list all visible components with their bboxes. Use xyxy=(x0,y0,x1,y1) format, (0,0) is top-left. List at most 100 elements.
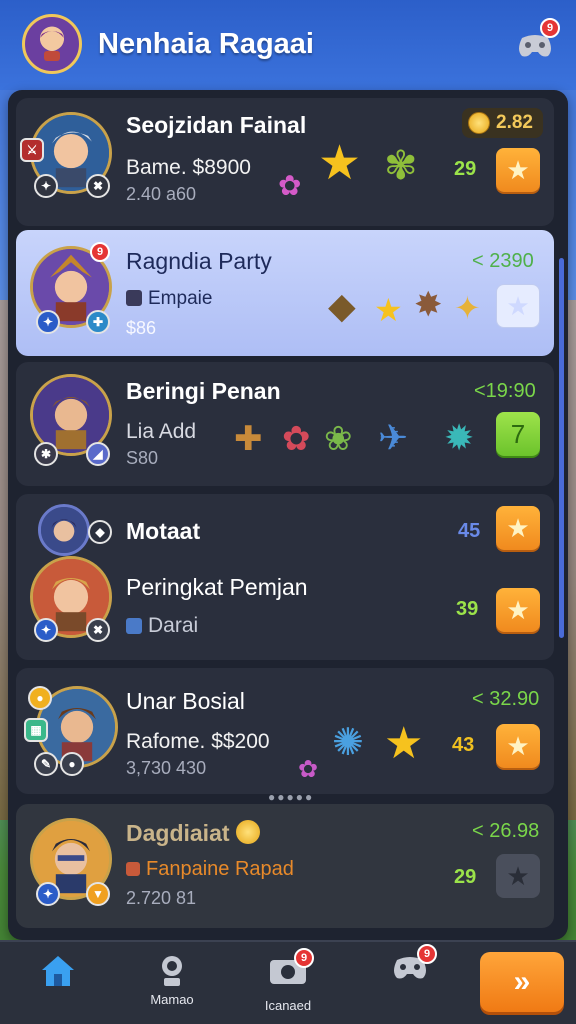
app-title: Nenhaia Ragaai xyxy=(98,28,314,60)
favorite-button[interactable]: ★ xyxy=(496,506,540,550)
gem-item-icon: ✹ xyxy=(444,417,475,458)
star-item-icon: ★ xyxy=(374,292,403,328)
star-icon: ★ xyxy=(506,860,530,891)
camera-nav-icon: 9 xyxy=(268,948,314,994)
next-button[interactable]: » xyxy=(480,952,564,1012)
class-badge-icon: ✎ xyxy=(34,752,58,776)
card-score-side: 43 xyxy=(452,734,475,756)
card-subtitle-text: Darai xyxy=(148,614,199,637)
player-avatar[interactable] xyxy=(22,14,82,74)
card-detail: 2.40 a60 xyxy=(126,184,197,204)
card-title-text: Dagdiaiat xyxy=(126,820,230,846)
nav-games[interactable]: 9 xyxy=(370,944,450,1018)
card-subtitle: Rafome. $$200 xyxy=(126,730,270,753)
creature-item-icon: ✸ xyxy=(414,286,443,324)
card-detail: $86 xyxy=(126,318,157,338)
list-item[interactable]: ⚔ ✦ ✖ Seojzidan Fainal Bame. $8900 2.40 … xyxy=(16,98,554,226)
flower-item-icon: ✿ xyxy=(278,170,302,201)
list-item[interactable]: ✦ ▼ Dagdiaiat Fanpaine Rapad 2.720 81 < … xyxy=(16,804,554,928)
card-title-secondary: Peringkat Pemjan xyxy=(126,574,308,600)
card-subtitle: Bame. $8900 xyxy=(126,156,251,179)
role-badge-icon: ● xyxy=(60,752,84,776)
card-detail: S80 xyxy=(126,448,159,468)
card-score: 29 xyxy=(454,158,477,180)
rank-value: 7 xyxy=(510,418,526,449)
card-score: 45 xyxy=(458,520,481,542)
nav-camera[interactable]: 9 Icanaed xyxy=(248,948,328,1018)
star-item-icon: ★ xyxy=(384,719,424,768)
role-badge-icon: ✚ xyxy=(86,310,110,334)
nav-camera-label: Icanaed xyxy=(264,998,312,1013)
hero-face-icon xyxy=(41,507,87,553)
bird-item-icon: ✈ xyxy=(378,417,409,458)
bottom-navigation: Mamao 9 Icanaed 9 » xyxy=(0,940,576,1024)
flower-item-icon: ✿ xyxy=(298,756,319,783)
star-item-icon: ★ xyxy=(318,137,362,190)
notification-badge: 9 xyxy=(540,18,560,38)
favorite-button[interactable]: ★ xyxy=(496,284,540,328)
card-subtitle: Fanpaine Rapad xyxy=(126,858,294,881)
card-title: Dagdiaiat xyxy=(126,820,260,847)
role-badge-icon: ◢ xyxy=(86,442,110,466)
class-badge-icon: ✦ xyxy=(34,618,58,642)
hero-portrait-small xyxy=(38,504,90,556)
favorite-button[interactable]: ★ xyxy=(496,724,540,768)
beetle-item-icon: ✾ xyxy=(384,144,418,188)
card-subtitle-text: Fanpaine Rapad xyxy=(146,858,294,880)
rank-button[interactable]: 7 xyxy=(496,412,540,456)
role-badge-icon: ▼ xyxy=(86,882,110,906)
coin-badge-icon: ● xyxy=(28,686,52,710)
favorite-button[interactable]: ★ xyxy=(496,148,540,192)
favorite-button[interactable]: ★ xyxy=(496,854,540,898)
profile-icon xyxy=(162,956,182,986)
notification-badge: 9 xyxy=(417,944,437,964)
card-score: < 26.98 xyxy=(472,820,540,842)
list-scrollbar[interactable] xyxy=(559,258,564,638)
card-score-secondary: 39 xyxy=(456,598,479,620)
card-subtitle: Darai xyxy=(126,614,198,638)
hero-face-icon xyxy=(40,31,64,61)
card-subtitle-text: Empaie xyxy=(148,288,213,309)
star-icon: ★ xyxy=(506,594,530,625)
home-icon xyxy=(42,956,74,986)
orb-item-icon: ✺ xyxy=(332,722,364,764)
creature-item-icon: ✿ xyxy=(282,420,311,458)
player-icon xyxy=(126,290,142,306)
gamepad-nav-icon: 9 xyxy=(391,944,437,990)
card-title: Seojzidan Fainal xyxy=(126,112,307,138)
nav-profile-label: Mamao xyxy=(150,992,194,1007)
coin-value: 2.82 xyxy=(496,112,533,133)
role-badge-icon: ✖ xyxy=(86,174,110,198)
card-title: Ragndia Party xyxy=(126,248,272,274)
list-item[interactable]: ✱ ◢ Beringi Penan Lia Add S80 <19:90 ✚ ✿… xyxy=(16,362,554,486)
crate-item-icon: ✚ xyxy=(234,420,263,458)
player-icon xyxy=(126,862,140,876)
list-item[interactable]: ● ▦ ✎ ● Unar Bosial Rafome. $$200 3,730 … xyxy=(16,668,554,794)
card-score: < 2390 xyxy=(472,250,534,272)
list-item[interactable]: ◆ Motaat 45 ★ ✦ ✖ Peringkat Pemjan Darai… xyxy=(16,494,554,660)
coin-pill: 2.82 xyxy=(462,108,543,138)
notification-badge: 9 xyxy=(294,948,314,968)
card-detail: 2.720 81 xyxy=(126,888,197,908)
nav-home[interactable] xyxy=(18,952,98,1018)
list-item-selected[interactable]: 9 ✦ ✚ Ragndia Party Empaie $86 < 2390 ◆ … xyxy=(16,230,554,356)
role-badge-icon: ✖ xyxy=(86,618,110,642)
player-icon xyxy=(126,618,142,634)
class-badge-icon: ✱ xyxy=(34,442,58,466)
card-subtitle: Empaie xyxy=(126,288,212,310)
gamepad-button[interactable]: 9 xyxy=(514,18,560,66)
star-icon: ★ xyxy=(506,290,530,321)
card-title: Unar Bosial xyxy=(126,688,245,714)
feather-item-icon: ✦ xyxy=(454,290,481,326)
nav-profile[interactable]: Mamao xyxy=(132,952,212,1018)
notification-badge: 9 xyxy=(90,242,110,262)
favorite-button[interactable]: ★ xyxy=(496,588,540,632)
card-subtitle: Lia Add xyxy=(126,420,197,443)
class-badge-icon: ✦ xyxy=(36,882,60,906)
pagination-dots: ●●●●● xyxy=(268,790,315,804)
map-badge-icon: ▦ xyxy=(24,718,48,742)
star-icon: ★ xyxy=(506,154,530,185)
card-detail: 3,730 430 xyxy=(126,758,207,778)
card-score-secondary: 29 xyxy=(454,866,477,888)
coin-icon xyxy=(468,112,490,134)
